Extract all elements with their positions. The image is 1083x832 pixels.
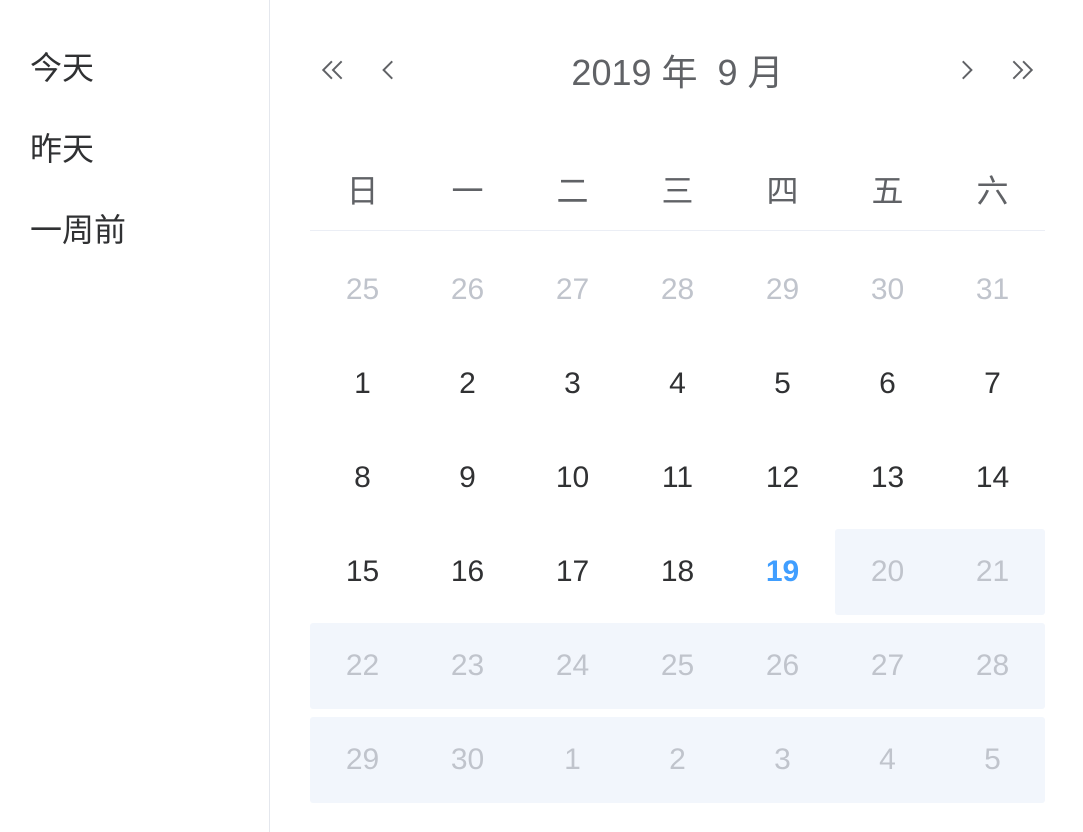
nav-prev-group bbox=[320, 57, 402, 83]
date-row: 1234567 bbox=[310, 341, 1045, 427]
year-label[interactable]: 2019 年 bbox=[571, 52, 697, 93]
date-cell[interactable]: 27 bbox=[835, 623, 940, 709]
double-chevron-right-icon bbox=[1009, 57, 1035, 83]
weekday-cell: 一 bbox=[415, 166, 520, 212]
date-cell[interactable]: 1 bbox=[520, 717, 625, 803]
date-row: 891011121314 bbox=[310, 435, 1045, 521]
date-cell[interactable]: 22 bbox=[310, 623, 415, 709]
weekday-cell: 三 bbox=[625, 166, 730, 212]
date-cell[interactable]: 26 bbox=[730, 623, 835, 709]
date-cell[interactable]: 30 bbox=[835, 247, 940, 333]
date-cell[interactable]: 17 bbox=[520, 529, 625, 615]
weekday-row: 日 一 二 三 四 五 六 bbox=[310, 166, 1045, 231]
date-cell[interactable]: 5 bbox=[730, 341, 835, 427]
date-cell[interactable]: 9 bbox=[415, 435, 520, 521]
date-cell[interactable]: 14 bbox=[940, 435, 1045, 521]
nav-next-group bbox=[953, 57, 1035, 83]
date-cell[interactable]: 29 bbox=[730, 247, 835, 333]
date-cell[interactable]: 1 bbox=[310, 341, 415, 427]
prev-month-button[interactable] bbox=[376, 57, 402, 83]
date-cell[interactable]: 8 bbox=[310, 435, 415, 521]
date-cell[interactable]: 24 bbox=[520, 623, 625, 709]
prev-year-button[interactable] bbox=[320, 57, 346, 83]
date-cell[interactable]: 12 bbox=[730, 435, 835, 521]
date-cell[interactable]: 4 bbox=[625, 341, 730, 427]
next-month-button[interactable] bbox=[953, 57, 979, 83]
date-cell[interactable]: 20 bbox=[835, 529, 940, 615]
date-cell[interactable]: 6 bbox=[835, 341, 940, 427]
weekday-cell: 日 bbox=[310, 166, 415, 212]
date-row: 15161718192021 bbox=[310, 529, 1045, 615]
date-cell[interactable]: 30 bbox=[415, 717, 520, 803]
date-cell[interactable]: 11 bbox=[625, 435, 730, 521]
chevron-left-icon bbox=[376, 57, 402, 83]
shortcut-today[interactable]: 今天 bbox=[30, 28, 239, 109]
weekday-cell: 六 bbox=[940, 166, 1045, 212]
date-cell[interactable]: 25 bbox=[310, 247, 415, 333]
date-cell[interactable]: 13 bbox=[835, 435, 940, 521]
date-row: 25262728293031 bbox=[310, 247, 1045, 333]
sidebar: 今天 昨天 一周前 bbox=[0, 0, 270, 832]
date-row: 293012345 bbox=[310, 717, 1045, 803]
date-cell[interactable]: 19 bbox=[730, 529, 835, 615]
month-label[interactable]: 9 月 bbox=[718, 52, 784, 93]
date-cell[interactable]: 3 bbox=[520, 341, 625, 427]
date-cell[interactable]: 7 bbox=[940, 341, 1045, 427]
date-cell[interactable]: 29 bbox=[310, 717, 415, 803]
date-cell[interactable]: 26 bbox=[415, 247, 520, 333]
date-cell[interactable]: 28 bbox=[940, 623, 1045, 709]
date-cell[interactable]: 2 bbox=[625, 717, 730, 803]
date-cell[interactable]: 18 bbox=[625, 529, 730, 615]
weekday-cell: 二 bbox=[520, 166, 625, 212]
dates-grid: 2526272829303112345678910111213141516171… bbox=[310, 231, 1045, 803]
weekday-cell: 五 bbox=[835, 166, 940, 212]
date-cell[interactable]: 16 bbox=[415, 529, 520, 615]
date-cell[interactable]: 3 bbox=[730, 717, 835, 803]
date-cell[interactable]: 27 bbox=[520, 247, 625, 333]
chevron-right-icon bbox=[953, 57, 979, 83]
date-cell[interactable]: 5 bbox=[940, 717, 1045, 803]
calendar-title: 2019 年 9 月 bbox=[571, 44, 783, 96]
date-cell[interactable]: 25 bbox=[625, 623, 730, 709]
calendar-header: 2019 年 9 月 bbox=[310, 20, 1045, 126]
date-cell[interactable]: 21 bbox=[940, 529, 1045, 615]
date-cell[interactable]: 4 bbox=[835, 717, 940, 803]
date-cell[interactable]: 2 bbox=[415, 341, 520, 427]
date-cell[interactable]: 15 bbox=[310, 529, 415, 615]
double-chevron-left-icon bbox=[320, 57, 346, 83]
date-cell[interactable]: 23 bbox=[415, 623, 520, 709]
date-cell[interactable]: 31 bbox=[940, 247, 1045, 333]
weekday-cell: 四 bbox=[730, 166, 835, 212]
shortcut-week-ago[interactable]: 一周前 bbox=[30, 190, 239, 271]
date-row: 22232425262728 bbox=[310, 623, 1045, 709]
next-year-button[interactable] bbox=[1009, 57, 1035, 83]
calendar: 2019 年 9 月 日 一 二 三 四 五 六 252627282930311… bbox=[270, 0, 1083, 832]
date-cell[interactable]: 10 bbox=[520, 435, 625, 521]
shortcut-yesterday[interactable]: 昨天 bbox=[30, 109, 239, 190]
date-cell[interactable]: 28 bbox=[625, 247, 730, 333]
